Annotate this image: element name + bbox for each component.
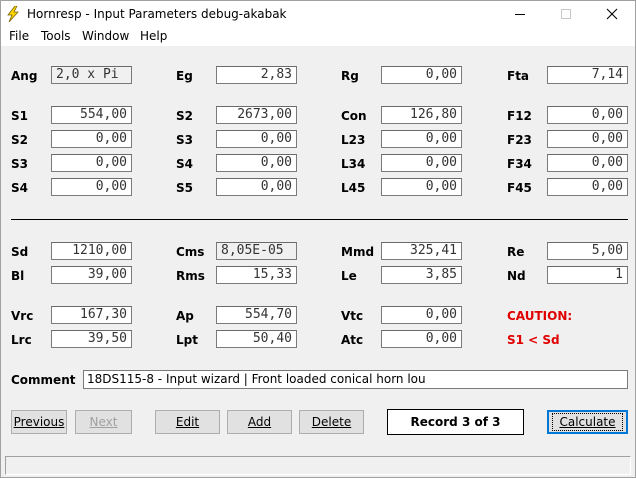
label-ap: Ap (176, 309, 194, 323)
field-f45[interactable]: 0,00 (547, 178, 628, 196)
label-s2: S2 (176, 109, 193, 123)
field-l45[interactable]: 0,00 (381, 178, 462, 196)
label-mmd: Mmd (341, 245, 375, 259)
section-divider (11, 219, 628, 220)
field-vtc[interactable]: 0,00 (381, 306, 462, 324)
label-f12: F12 (507, 109, 532, 123)
field-s4-row4[interactable]: 0,00 (51, 178, 132, 196)
label-f45: F45 (507, 181, 532, 195)
label-sd: Sd (11, 245, 29, 259)
label-l45: L45 (341, 181, 366, 195)
calculate-button[interactable]: Calculate (547, 410, 628, 434)
menu-file[interactable]: File (9, 29, 29, 43)
calculate-button-label: Calculate (552, 413, 623, 431)
label-rms: Rms (176, 269, 205, 283)
field-s3[interactable]: 0,00 (216, 130, 297, 148)
field-s5[interactable]: 0,00 (216, 178, 297, 196)
window-title: Hornresp - Input Parameters debug-akabak (27, 7, 287, 21)
field-ap[interactable]: 554,70 (216, 306, 297, 324)
field-f23[interactable]: 0,00 (547, 130, 628, 148)
field-bl[interactable]: 39,00 (51, 266, 132, 284)
field-s2-row2[interactable]: 0,00 (51, 130, 132, 148)
field-sd[interactable]: 1210,00 (51, 242, 132, 260)
field-re[interactable]: 5,00 (547, 242, 628, 260)
close-icon (606, 8, 618, 20)
label-s4-row4: S4 (11, 181, 28, 195)
field-atc[interactable]: 0,00 (381, 330, 462, 348)
label-rg: Rg (341, 69, 359, 83)
label-ang: Ang (11, 69, 38, 83)
comment-field[interactable]: 18DS115-8 - Input wizard | Front loaded … (83, 370, 628, 389)
field-rms[interactable]: 15,33 (216, 266, 297, 284)
field-mmd[interactable]: 325,41 (381, 242, 462, 260)
previous-button[interactable]: Previous (11, 410, 67, 434)
menu-window[interactable]: Window (82, 29, 129, 43)
field-l34[interactable]: 0,00 (381, 154, 462, 172)
label-le: Le (341, 269, 357, 283)
caution-title: CAUTION: (507, 309, 573, 323)
label-con: Con (341, 109, 367, 123)
label-nd: Nd (507, 269, 526, 283)
field-s1[interactable]: 554,00 (51, 106, 132, 124)
label-eg: Eg (176, 69, 193, 83)
field-ang[interactable]: 2,0 x Pi (51, 66, 132, 84)
label-vrc: Vrc (11, 309, 34, 323)
label-atc: Atc (341, 333, 364, 347)
field-l23[interactable]: 0,00 (381, 130, 462, 148)
field-f12[interactable]: 0,00 (547, 106, 628, 124)
label-s1: S1 (11, 109, 28, 123)
field-nd[interactable]: 1 (547, 266, 628, 284)
label-l23: L23 (341, 133, 366, 147)
label-f23: F23 (507, 133, 532, 147)
field-fta[interactable]: 7,14 (547, 66, 628, 84)
label-lpt: Lpt (176, 333, 198, 347)
field-vrc[interactable]: 167,30 (51, 306, 132, 324)
field-rg[interactable]: 0,00 (381, 66, 462, 84)
hornresp-window: Hornresp - Input Parameters debug-akabak… (0, 0, 636, 478)
menu-bar: File Tools Window Help (1, 27, 635, 46)
minimize-icon (515, 14, 525, 15)
menu-tools[interactable]: Tools (41, 29, 71, 43)
label-s5: S5 (176, 181, 193, 195)
comment-label: Comment (11, 373, 76, 387)
edit-button[interactable]: Edit (155, 410, 220, 434)
field-f34[interactable]: 0,00 (547, 154, 628, 172)
field-eg[interactable]: 2,83 (216, 66, 297, 84)
field-s2[interactable]: 2673,00 (216, 106, 297, 124)
label-f34: F34 (507, 157, 532, 171)
menu-help[interactable]: Help (140, 29, 167, 43)
minimize-button[interactable] (497, 1, 543, 27)
title-bar: Hornresp - Input Parameters debug-akabak (1, 1, 635, 27)
next-button[interactable]: Next (75, 410, 132, 434)
label-cms: Cms (176, 245, 205, 259)
label-s2-row2: S2 (11, 133, 28, 147)
status-bar (5, 456, 631, 475)
label-s3: S3 (176, 133, 193, 147)
input-parameters-panel: Ang 2,0 x Pi Eg 2,83 Rg 0,00 Fta 7,14 S1… (1, 46, 635, 478)
caution-message: S1 < Sd (507, 333, 560, 347)
label-vtc: Vtc (341, 309, 364, 323)
label-bl: Bl (11, 269, 25, 283)
label-s4: S4 (176, 157, 193, 171)
field-s4[interactable]: 0,00 (216, 154, 297, 172)
field-s3-row3[interactable]: 0,00 (51, 154, 132, 172)
field-cms[interactable]: 8,05E-05 (216, 242, 297, 260)
field-con[interactable]: 126,80 (381, 106, 462, 124)
maximize-icon (561, 9, 571, 19)
label-lrc: Lrc (11, 333, 32, 347)
delete-button[interactable]: Delete (299, 410, 364, 434)
label-l34: L34 (341, 157, 366, 171)
lightning-icon (7, 6, 19, 22)
label-re: Re (507, 245, 525, 259)
label-fta: Fta (507, 69, 530, 83)
record-indicator: Record 3 of 3 (387, 409, 524, 435)
close-button[interactable] (589, 1, 635, 27)
label-s3-row3: S3 (11, 157, 28, 171)
field-le[interactable]: 3,85 (381, 266, 462, 284)
add-button[interactable]: Add (227, 410, 292, 434)
field-lrc[interactable]: 39,50 (51, 330, 132, 348)
maximize-button[interactable] (543, 1, 589, 27)
field-lpt[interactable]: 50,40 (216, 330, 297, 348)
